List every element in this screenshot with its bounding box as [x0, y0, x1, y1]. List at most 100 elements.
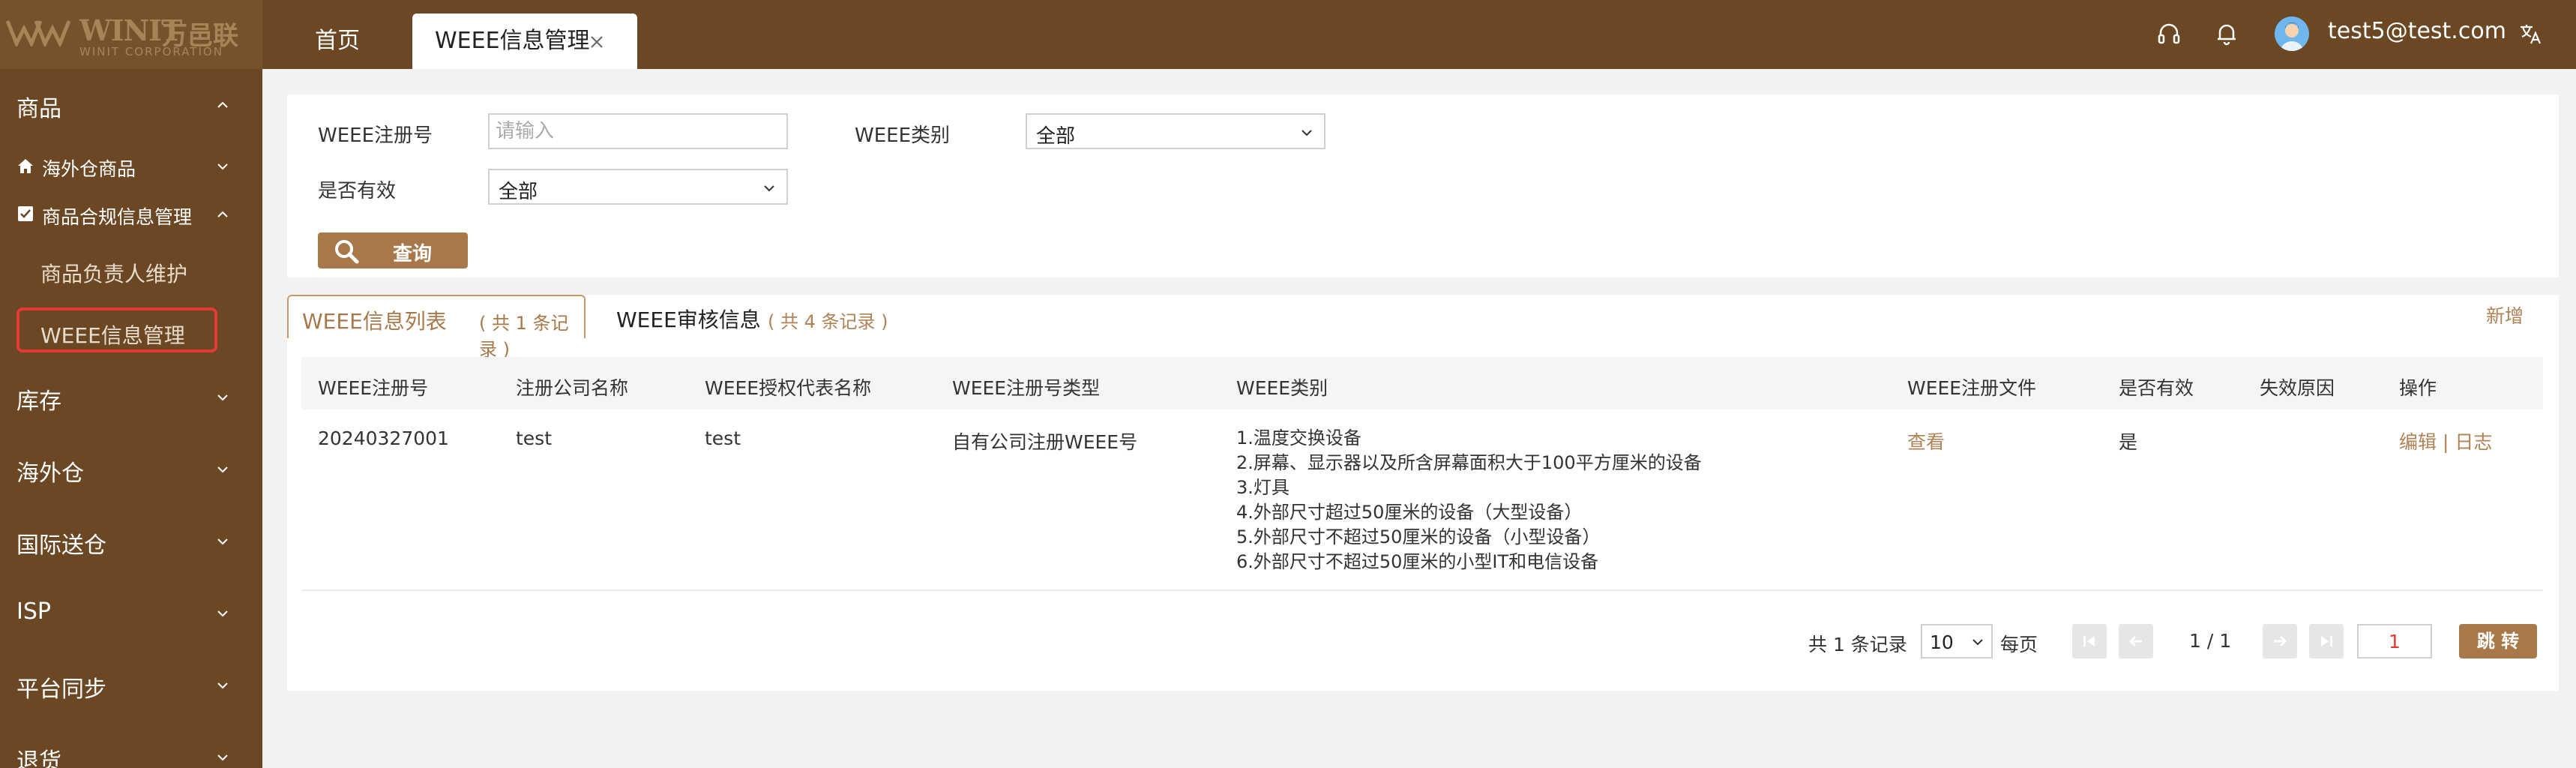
first-page-button[interactable] — [2072, 624, 2107, 658]
chevron-up-icon — [217, 211, 228, 218]
search-icon — [335, 240, 359, 264]
column-header: WEEE类别 — [1236, 377, 1328, 399]
reg-no-input[interactable] — [488, 113, 788, 149]
category-select-value: 全部 — [1036, 125, 1076, 148]
tab-label: WEEE信息管理 — [435, 28, 590, 54]
avatar[interactable] — [2275, 16, 2309, 51]
sidebar-group-platform-sync[interactable]: 平台同步 — [0, 650, 262, 722]
edit-link[interactable]: 编辑 — [2399, 431, 2437, 453]
sidebar-group-label: 国际送仓 — [16, 532, 106, 559]
valid-select-value: 全部 — [499, 181, 538, 203]
column-header: 注册公司名称 — [516, 377, 629, 399]
checkbox-icon — [18, 206, 33, 221]
chevron-down-icon — [217, 754, 228, 761]
log-link[interactable]: 日志 — [2455, 431, 2492, 453]
sidebar-item-weee-wrapper: WEEE信息管理 — [0, 308, 262, 360]
cell-categories: 1.温度交换设备 2.屏幕、显示器以及所含屏幕面积大于100平方厘米的设备 3.… — [1236, 426, 1911, 574]
sidebar-group-label: 平台同步 — [16, 676, 106, 703]
chevron-down-icon — [217, 610, 228, 617]
category-item: 4.外部尺寸超过50厘米的设备（大型设备） — [1236, 502, 1583, 523]
sidebar-group-inventory[interactable]: 库存 — [0, 362, 262, 434]
sidebar-item-compliance[interactable]: 商品合规信息管理 — [0, 189, 262, 237]
query-button-label: 查询 — [393, 243, 433, 266]
category-item: 6.外部尺寸不超过50厘米的小型IT和电信设备 — [1236, 551, 1599, 572]
column-header: 是否有效 — [2119, 377, 2194, 399]
brand-subtitle: WINIT CORPORATION — [79, 45, 223, 58]
sidebar-item-label: WEEE信息管理 — [40, 323, 185, 348]
sidebar-item-label: 商品合规信息管理 — [42, 206, 193, 228]
first-page-icon — [2083, 636, 2095, 646]
category-item: 2.屏幕、显示器以及所含屏幕面积大于100平方厘米的设备 — [1236, 452, 1702, 473]
table-row: 20240327001 test test 自有公司注册WEEE号 1.温度交换… — [301, 410, 2543, 591]
cell-actions: 编辑 | 日志 — [2399, 428, 2492, 454]
chevron-down-icon — [217, 466, 228, 473]
valid-select[interactable]: 全部 — [488, 169, 788, 205]
next-page-button[interactable] — [2263, 624, 2297, 658]
chevron-down-icon — [217, 394, 228, 401]
tab-weee-list[interactable]: WEEE信息列表 ( 共 1 条记录 ) — [287, 295, 586, 360]
view-file-link[interactable]: 查看 — [1907, 428, 1945, 454]
translate-icon[interactable] — [2518, 21, 2543, 46]
tab-weee-audit[interactable]: WEEE审核信息 ( 共 4 条记录 ) — [600, 295, 907, 338]
category-item: 1.温度交换设备 — [1236, 428, 1361, 448]
sidebar-item-owner-maintenance[interactable]: 商品负责人维护 — [0, 243, 262, 297]
sidebar: 商品 海外仓商品 商品合规信息管理 商品负责人维护 WEEE信息管理 库存 海外… — [0, 69, 262, 768]
sidebar-group-international[interactable]: 国际送仓 — [0, 506, 262, 578]
sidebar-group-products[interactable]: 商品 — [0, 69, 262, 141]
tab-weee-list-label: WEEE信息列表 — [302, 309, 447, 334]
jump-button[interactable]: 跳 转 — [2459, 624, 2537, 658]
home-icon — [18, 159, 33, 173]
tab-home[interactable]: 首页 — [300, 14, 375, 69]
tab-weee-list-count: ( 共 1 条记录 ) — [479, 313, 569, 360]
chevron-down-icon — [764, 185, 774, 192]
tab-weee-audit-count: ( 共 4 条记录 ) — [768, 311, 888, 332]
close-icon[interactable] — [589, 34, 604, 50]
headset-icon[interactable] — [2156, 21, 2182, 46]
action-separator: | — [2442, 431, 2449, 453]
last-page-icon — [2321, 636, 2332, 646]
reg-no-label: WEEE注册号 — [318, 124, 433, 147]
chevron-down-icon — [1301, 130, 1312, 136]
page-count: 1 / 1 — [2189, 630, 2232, 652]
query-button[interactable]: 查询 — [318, 232, 468, 268]
sidebar-item-overseas-products[interactable]: 海外仓商品 — [0, 141, 262, 189]
page-number-input[interactable] — [2357, 624, 2432, 658]
cell-valid: 是 — [2119, 431, 2138, 453]
chevron-down-icon — [217, 682, 228, 689]
per-page-label: 每页 — [2000, 634, 2038, 656]
sidebar-group-returns[interactable]: 退货 — [0, 722, 262, 768]
tab-weee-management[interactable]: WEEE信息管理 — [412, 14, 637, 69]
category-item: 5.外部尺寸不超过50厘米的设备（小型设备） — [1236, 526, 1601, 548]
chevron-up-icon — [217, 101, 228, 108]
valid-label: 是否有效 — [318, 180, 397, 202]
column-header: WEEE授权代表名称 — [705, 377, 872, 399]
user-avatar-icon — [2275, 16, 2309, 51]
cell-agent: test — [705, 428, 741, 449]
tab-weee-audit-label: WEEE审核信息 — [616, 308, 761, 332]
top-header: WINIT 万邑联 WINIT CORPORATION 首页 WEEE信息管理 … — [0, 0, 2576, 69]
winit-logo-icon — [6, 20, 71, 46]
column-header: WEEE注册号类型 — [952, 377, 1101, 399]
category-select[interactable]: 全部 — [1026, 113, 1325, 149]
prev-page-button[interactable] — [2119, 624, 2153, 658]
category-item: 3.灯具 — [1236, 477, 1289, 498]
cell-reg-no: 20240327001 — [318, 428, 449, 449]
sidebar-group-label: 海外仓 — [16, 460, 84, 487]
user-email[interactable]: test5@test.com — [2328, 18, 2506, 44]
sidebar-item-weee-management[interactable]: WEEE信息管理 — [16, 308, 217, 352]
sidebar-group-isp[interactable]: ISP — [0, 578, 262, 650]
add-button[interactable]: 新增 — [2486, 302, 2524, 328]
sidebar-group-label: 商品 — [16, 96, 61, 122]
column-header: WEEE注册号 — [318, 377, 429, 399]
brand-logo[interactable]: WINIT 万邑联 WINIT CORPORATION — [0, 0, 262, 69]
bell-icon[interactable] — [2214, 21, 2239, 46]
chevron-down-icon — [1972, 639, 1983, 646]
page-size-select[interactable]: 10 — [1921, 624, 1993, 658]
cell-company: test — [516, 428, 553, 449]
sidebar-group-label: 库存 — [16, 388, 61, 415]
sidebar-group-label: 退货 — [16, 748, 61, 768]
table-header: WEEE注册号 注册公司名称 WEEE授权代表名称 WEEE注册号类型 WEEE… — [301, 357, 2543, 410]
arrow-right-icon — [2274, 635, 2287, 647]
sidebar-group-overseas-warehouse[interactable]: 海外仓 — [0, 434, 262, 506]
last-page-button[interactable] — [2309, 624, 2344, 658]
